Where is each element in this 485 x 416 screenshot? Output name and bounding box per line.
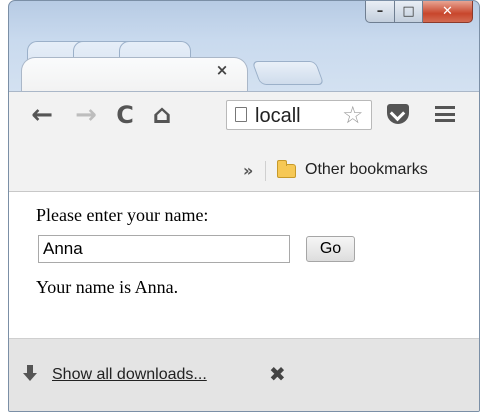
menu-icon[interactable] [435, 106, 455, 122]
download-arrow-icon [23, 365, 37, 381]
close-window-button[interactable]: ✕ [423, 1, 473, 23]
page-content: Please enter your name: Go Your name is … [9, 192, 479, 338]
bookmarks-separator [265, 161, 266, 181]
pocket-icon[interactable] [387, 104, 409, 124]
name-input[interactable] [38, 235, 290, 263]
result-text: Your name is Anna. [36, 277, 179, 297]
show-all-downloads-link[interactable]: Show all downloads... [52, 365, 207, 385]
bookmarks-bar: » Other bookmarks [9, 153, 479, 192]
close-downloads-icon[interactable]: ✖ [269, 363, 286, 385]
tab-strip: × – □ ✕ [9, 1, 479, 92]
new-tab-button[interactable] [251, 61, 325, 85]
reload-icon[interactable]: C [110, 100, 140, 130]
home-icon[interactable]: ⌂ [147, 100, 177, 130]
downloads-bar: Show all downloads... ✖ [9, 338, 479, 411]
browser-window: × – □ ✕ ← → C ⌂ locall ☆ » Other bookmar… [8, 0, 480, 412]
url-text: locall [255, 105, 301, 127]
tab-close-icon[interactable]: × [215, 63, 229, 78]
star-icon[interactable]: ☆ [342, 101, 364, 129]
other-bookmarks-button[interactable]: Other bookmarks [305, 160, 428, 180]
page-icon [235, 107, 247, 122]
address-bar[interactable]: locall ☆ [226, 100, 372, 130]
back-icon[interactable]: ← [27, 100, 57, 130]
go-button[interactable]: Go [306, 236, 355, 262]
bookmarks-overflow-icon[interactable]: » [243, 161, 253, 180]
maximize-button[interactable]: □ [395, 1, 423, 23]
window-controls: – □ ✕ [365, 1, 473, 23]
name-prompt: Please enter your name: [36, 205, 209, 225]
active-tab[interactable] [21, 57, 248, 92]
minimize-button[interactable]: – [365, 1, 395, 23]
forward-icon[interactable]: → [71, 100, 101, 130]
folder-icon[interactable] [277, 160, 296, 178]
toolbar: ← → C ⌂ locall ☆ [9, 91, 479, 154]
